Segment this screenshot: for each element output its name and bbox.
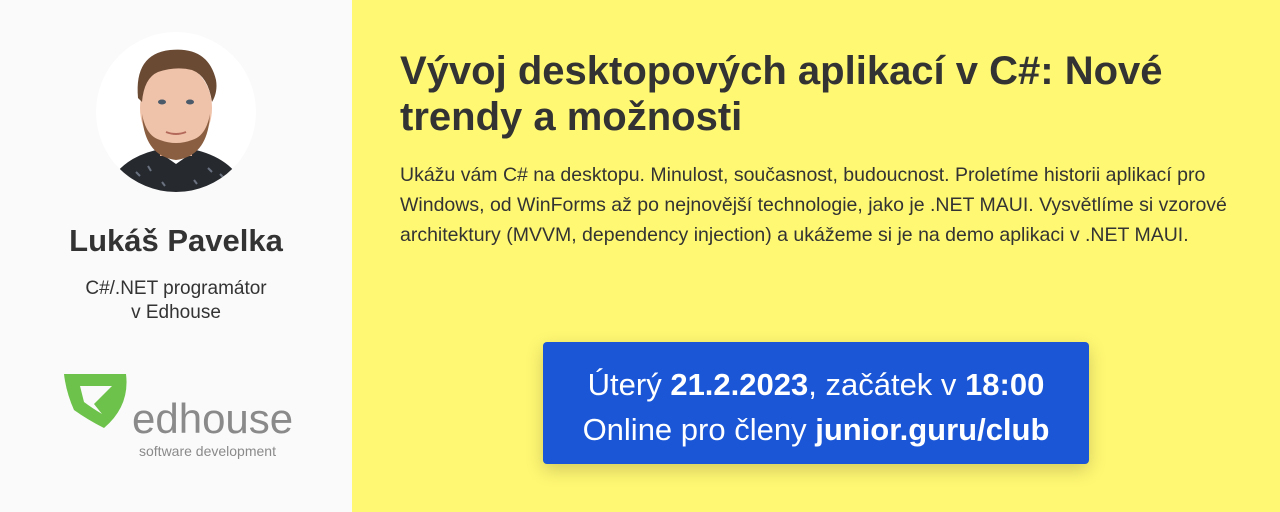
speaker-portrait-icon: [106, 49, 246, 192]
event-date: 21.2.2023: [670, 367, 809, 402]
edhouse-logo: edhouse software development: [60, 370, 293, 462]
speaker-role-line: C#/.NET programátor: [85, 278, 267, 299]
speaker-panel: Lukáš Pavelka C#/.NET programátor v Edho…: [0, 0, 352, 512]
speaker-role: C#/.NET programátor v Edhouse: [0, 277, 352, 325]
event-date-line: Úterý 21.2.2023, začátek v 18:00: [543, 362, 1089, 407]
event-day: Úterý: [587, 367, 662, 402]
talk-description: Ukážu vám C# na desktopu. Minulost, souč…: [400, 164, 1227, 246]
speaker-photo: [96, 32, 256, 192]
event-info-box: Úterý 21.2.2023, začátek v 18:00 Online …: [543, 342, 1089, 464]
event-venue-line: Online pro členy junior.guru/club: [543, 407, 1089, 452]
edhouse-logo-icon: edhouse software development: [64, 374, 293, 459]
speaker-name: Lukáš Pavelka: [69, 223, 283, 258]
speaker-company-line: v Edhouse: [131, 302, 221, 323]
talk-panel: Vývoj desktopových aplikací v C#: Nové t…: [352, 0, 1280, 512]
event-url: junior.guru/club: [815, 412, 1050, 447]
logo-tagline: software development: [139, 443, 276, 459]
event-start-text: , začátek v: [808, 367, 957, 402]
logo-wordmark: edhouse: [132, 395, 292, 442]
event-online-text: Online pro členy: [582, 412, 807, 447]
talk-title: Vývoj desktopových aplikací v C#: Nové t…: [400, 49, 1163, 139]
event-time: 18:00: [965, 367, 1045, 402]
